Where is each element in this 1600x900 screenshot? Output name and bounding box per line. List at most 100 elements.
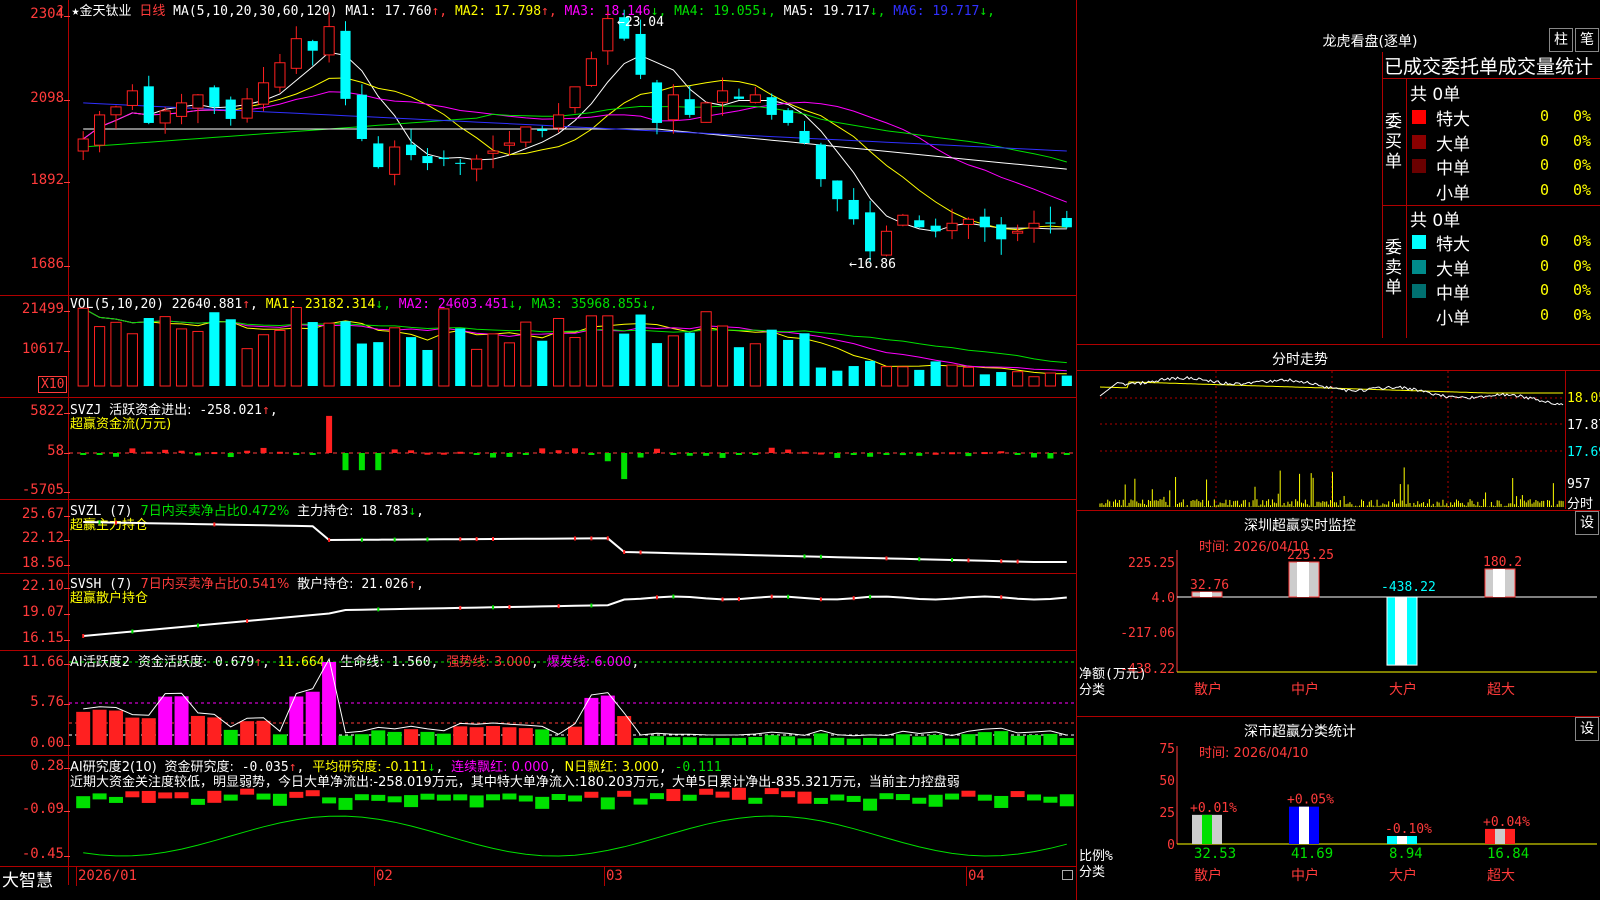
volume-chart[interactable] xyxy=(69,296,1075,396)
sell-label-3: 小单 xyxy=(1436,308,1470,329)
ai1-line xyxy=(83,657,1067,737)
ai2-bar-14 xyxy=(305,790,320,797)
sc-bar-value-0: 32.53 xyxy=(1194,846,1236,862)
ai2-bar-7 xyxy=(190,798,205,805)
main-holding-line-mark-8 xyxy=(213,522,216,527)
ai1-bar-51 xyxy=(912,736,927,745)
sc-settings-button[interactable]: 设 xyxy=(1575,717,1599,741)
ai2-bar-30 xyxy=(568,795,582,802)
candle-body-17 xyxy=(356,94,367,139)
vol-unit-box: X10 xyxy=(38,376,68,393)
ai1-bar-57 xyxy=(1010,735,1025,745)
sz-settings-button[interactable]: 设 xyxy=(1575,511,1599,535)
buy-pct-0: 0% xyxy=(1573,107,1592,125)
lhb-title: 龙虎看盘(逐单) xyxy=(1322,34,1418,50)
ai2-bar-31 xyxy=(584,791,599,798)
svsh-axis-2: 16.15 xyxy=(21,630,64,646)
vol-bar-22 xyxy=(438,308,450,387)
svzj-bar-15 xyxy=(326,415,333,453)
sc-bar-shine-3 xyxy=(1495,828,1505,844)
candle-body-5 xyxy=(159,110,171,124)
ai2-bar-12 xyxy=(272,793,287,806)
sc-ratio-chart[interactable]: 75 50 25 0 比例%分类 +0.01% 32.53 散户 +0.05% 41.69 中户 -0… xyxy=(1077,742,1600,900)
ai1-bar-58 xyxy=(1027,735,1042,745)
sz-netflow-chart[interactable]: 225.25 4.0 -217.06 -438.22 净额(万元)分类 32.76 散户 22… xyxy=(1077,540,1600,715)
svzj-bar-14 xyxy=(309,453,316,455)
ai1-bar-9 xyxy=(223,729,238,745)
vol-bar-50 xyxy=(897,366,909,387)
chart-area[interactable]: ? ★金天钛业 日线 MA(5,10,20,30,60,120) MA1: 17… xyxy=(0,0,1076,900)
sc-bar-change-3: +0.04% xyxy=(1483,815,1530,830)
main-holding-line-mark-44 xyxy=(803,554,806,559)
candle-body-42 xyxy=(766,97,777,115)
ai2-bar-55 xyxy=(977,794,992,801)
intraday-chart[interactable] xyxy=(1099,371,1565,509)
research-chart[interactable] xyxy=(69,756,1075,866)
svzj-bar-43 xyxy=(785,449,792,453)
ai2-bar-15 xyxy=(322,797,337,804)
ai1-bar-33 xyxy=(617,716,632,745)
vol-bar-11 xyxy=(257,334,270,387)
capital-flow-chart[interactable] xyxy=(69,398,1075,498)
date-label-2: 03 xyxy=(606,868,623,884)
svzl-axis-2: 18.56 xyxy=(21,555,64,571)
vol-bar-19 xyxy=(389,327,401,387)
vol-axis-0: 21499 xyxy=(21,301,64,317)
candle-body-51 xyxy=(914,220,925,228)
vol-bar-27 xyxy=(520,321,532,387)
vol-bar-47 xyxy=(848,366,859,386)
main-holding-line-mark-21 xyxy=(426,537,429,542)
pen-button[interactable]: 笔 xyxy=(1575,28,1599,52)
candle-body-26 xyxy=(503,142,516,146)
sz-unit: 净额(万元) xyxy=(1079,667,1147,682)
svzj-bar-39 xyxy=(719,453,726,458)
ai1-bar-42 xyxy=(764,735,779,745)
activity-chart[interactable] xyxy=(69,651,1075,755)
svzj-bar-25 xyxy=(490,453,497,458)
svsh-axis-1: 19.07 xyxy=(21,604,64,620)
main-holding-line-mark-57 xyxy=(1016,559,1019,564)
ai2-bar-52 xyxy=(928,794,943,807)
ai2-bar-25 xyxy=(486,794,501,801)
vol-bar-16 xyxy=(340,321,351,386)
vol-axis-1: 10617 xyxy=(21,341,64,357)
vol-bar-39 xyxy=(716,325,729,387)
ai1-bar-34 xyxy=(633,738,648,745)
main-holding-line-mark-25 xyxy=(492,537,495,541)
low-label: ←16.86 xyxy=(849,257,896,272)
sell-swatch-2 xyxy=(1412,284,1426,298)
candlestick-chart[interactable]: ←23.04 ←16.86 xyxy=(69,0,1075,295)
vol-bar-34 xyxy=(635,314,646,386)
retail-holding-line-mark-7 xyxy=(196,623,199,628)
sz-bar-label-2: -438.22 xyxy=(1381,580,1436,595)
vol-bar-58 xyxy=(1028,376,1040,387)
svzj-bar-9 xyxy=(227,453,234,458)
main-holding-line-mark-30 xyxy=(574,536,576,541)
sz-bar-label-0: 32.76 xyxy=(1190,578,1229,593)
retail-holding-line-mark-43 xyxy=(787,594,790,599)
sc-unit: 比例% xyxy=(1079,849,1113,864)
ai1-bar-1 xyxy=(92,709,107,745)
bar-button[interactable]: 柱 xyxy=(1549,28,1573,52)
svzj-bar-36 xyxy=(670,453,677,455)
sell-count-0: 0 xyxy=(1540,232,1550,250)
candle-body-16 xyxy=(340,30,351,99)
vol-bar-48 xyxy=(865,360,876,386)
ma-line-1 xyxy=(82,51,1067,232)
svzj-bar-56 xyxy=(998,451,1005,454)
sc-bar-value-2: 8.94 xyxy=(1389,846,1423,862)
ai2-bar-27 xyxy=(518,795,533,802)
ai2-bar-57 xyxy=(1010,791,1025,798)
retail-holding-chart[interactable] xyxy=(69,574,1075,650)
ai2-bar-33 xyxy=(617,790,632,797)
retail-holding-line-mark-23 xyxy=(459,605,462,610)
svzj-bar-17 xyxy=(358,453,365,471)
sc-bar-shine-0 xyxy=(1202,814,1212,844)
buy-label-1: 大单 xyxy=(1436,134,1470,155)
lock-icon[interactable] xyxy=(1062,870,1073,880)
main-holding-chart[interactable] xyxy=(69,500,1075,573)
vol-bar-8 xyxy=(209,312,220,386)
sell-pct-2: 0% xyxy=(1573,281,1592,299)
retail-holding-line-mark-40 xyxy=(737,597,740,602)
main-holding-line xyxy=(83,521,1067,563)
